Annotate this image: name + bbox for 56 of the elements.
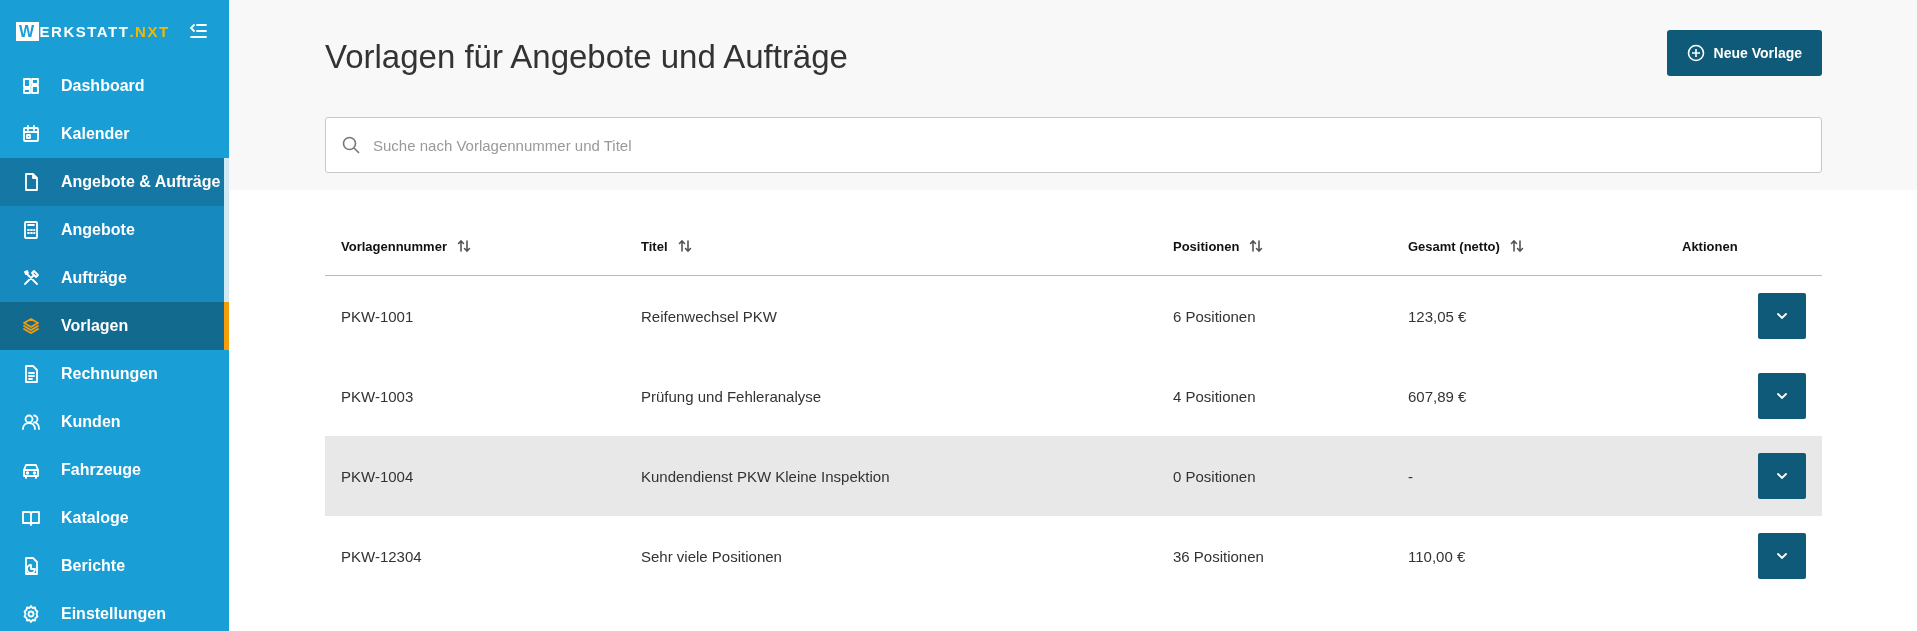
layers-icon: [21, 316, 41, 336]
chevron-down-icon: [1777, 553, 1787, 559]
new-template-button[interactable]: Neue Vorlage: [1666, 30, 1822, 76]
table-cell: 36 Positionen: [1173, 547, 1264, 565]
book-icon: [21, 508, 41, 528]
search-icon: [342, 136, 360, 154]
table-cell: Reifenwechsel PKW: [641, 307, 777, 325]
plus-circle-icon: [1686, 44, 1705, 62]
sort-icon[interactable]: [1249, 239, 1264, 253]
sort-icon[interactable]: [456, 239, 471, 253]
column-header: Titel: [641, 238, 668, 254]
table-cell: Sehr viele Positionen: [641, 547, 782, 565]
table-cell: PKW-1003: [341, 387, 414, 405]
sort-icon[interactable]: [1509, 239, 1524, 253]
nav-item[interactable]: Kalender: [0, 110, 229, 158]
nav-item[interactable]: Einstellungen: [0, 590, 229, 631]
table-cell: PKW-1004: [341, 467, 414, 485]
nav-item[interactable]: Kunden: [0, 398, 229, 446]
column-header: Vorlagennummer: [341, 238, 447, 254]
dashboard-icon: [21, 76, 41, 96]
collapse-menu-icon[interactable]: [189, 23, 207, 39]
tools-icon: [21, 268, 41, 288]
nav-item[interactable]: Angebote: [0, 206, 229, 254]
table-cell: -: [1408, 467, 1413, 485]
column-header: Aktionen: [1682, 238, 1738, 254]
table-cell: 4 Positionen: [1173, 387, 1256, 405]
page-title: Vorlagen für Angebote und Aufträge: [325, 38, 848, 76]
chevron-down-icon: [1777, 473, 1787, 479]
table-cell: 0 Positionen: [1173, 467, 1256, 485]
sort-icon[interactable]: [677, 239, 692, 253]
column-header: Gesamt (netto): [1408, 238, 1500, 254]
table-cell: 110,00 €: [1408, 547, 1466, 565]
nav-item[interactable]: Berichte: [0, 542, 229, 590]
table-cell: PKW-1001: [341, 307, 414, 325]
chevron-down-icon: [1777, 393, 1787, 399]
chevron-down-icon: [1777, 313, 1787, 319]
nav-item[interactable]: Dashboard: [0, 62, 229, 110]
calculator-icon: [21, 220, 41, 240]
table-cell: PKW-12304: [341, 547, 422, 565]
column-header: Positionen: [1173, 238, 1240, 254]
calendar-icon: [21, 124, 41, 144]
nav-item[interactable]: Rechnungen: [0, 350, 229, 398]
table-cell: 6 Positionen: [1173, 307, 1256, 325]
logo: W ERKSTATT.NXT: [16, 21, 170, 41]
nav-item[interactable]: Fahrzeuge: [0, 446, 229, 494]
nav-item[interactable]: Kataloge: [0, 494, 229, 542]
table-cell: Prüfung und Fehleranalyse: [641, 387, 822, 405]
nav-item[interactable]: Angebote & Aufträge: [0, 158, 229, 206]
table-cell: 123,05 €: [1408, 307, 1467, 325]
search-field[interactable]: Suche nach Vorlagennummer und Titel: [325, 117, 1822, 173]
users-icon: [21, 412, 41, 432]
nav-item[interactable]: Aufträge: [0, 254, 229, 302]
nav-item[interactable]: Vorlagen: [0, 302, 229, 350]
gear-icon: [21, 604, 41, 624]
table-cell: Kundendienst PKW Kleine Inspektion: [641, 467, 890, 485]
table-cell: 607,89 €: [1408, 387, 1467, 405]
